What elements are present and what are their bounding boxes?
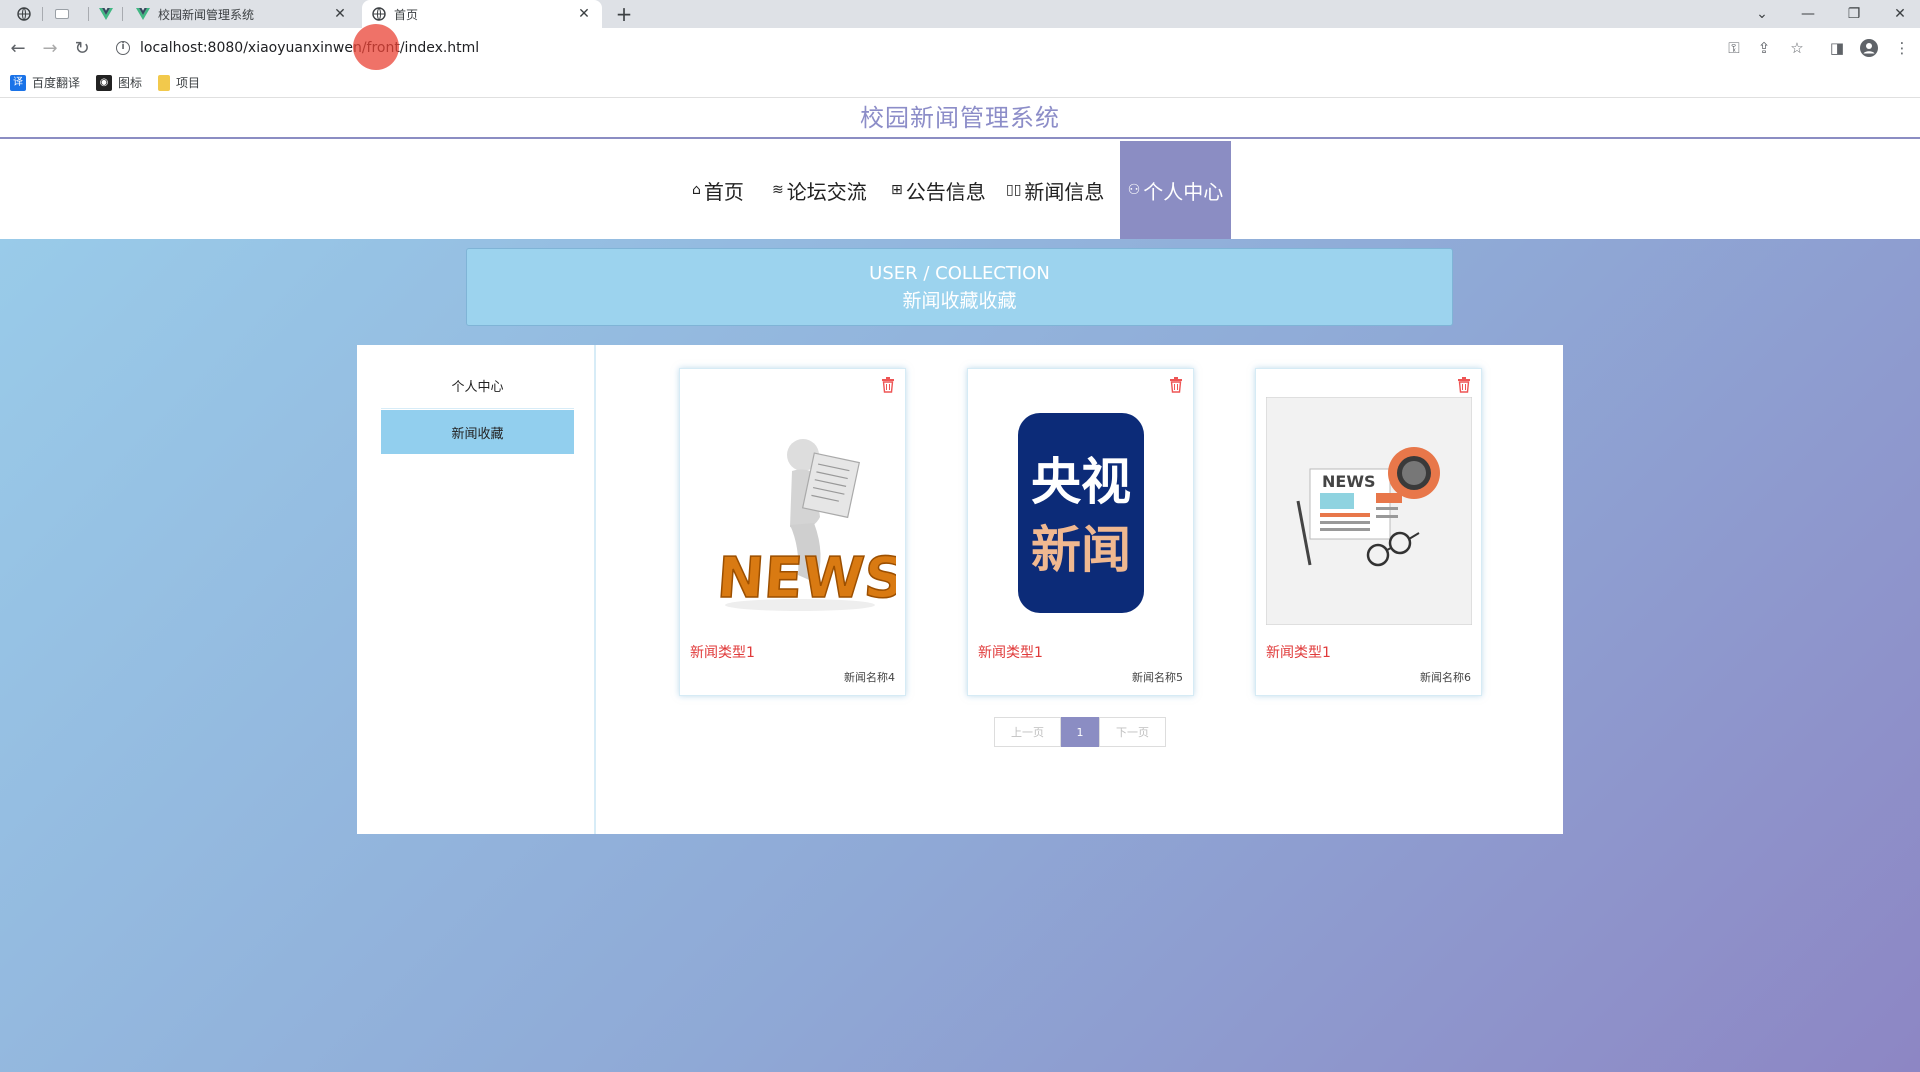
reload-icon[interactable]: ↻ [70,36,94,60]
user-icon: ⚇ [1127,182,1141,198]
globe-icon [372,7,386,21]
nav-label: 论坛交流 [786,179,867,204]
bookmark-iconfont[interactable]: ◉ 图标 [96,74,142,91]
next-page-button[interactable]: 下一页 [1099,717,1166,747]
cctv-news-logo-image: 央视 新闻 [978,397,1184,625]
sidebar-item-news-collection[interactable]: 新闻收藏 [381,410,574,454]
news-paper-illustration-image: NEWS [1266,397,1472,625]
bookmark-project-folder[interactable]: 项目 [158,74,200,91]
pinned-tab-blank[interactable] [48,0,76,28]
nav-label: 首页 [703,179,744,204]
tab-home[interactable]: 首页 ✕ [362,0,602,28]
site-title: 校园新闻管理系统 [860,104,1060,132]
vue-logo-icon [99,8,113,20]
tab-title: 校园新闻管理系统 [158,7,255,22]
bookmark-label: 百度翻译 [32,76,81,90]
avatar-icon [1860,39,1878,57]
translate-icon: 译 [10,74,26,91]
notice-icon: ⊞ [891,182,903,198]
tab-title: 首页 [394,7,419,22]
card-news-name: 新闻名称4 [844,671,895,684]
svg-text:NEWS: NEWS [1322,472,1376,491]
pinned-tab-vue[interactable] [92,0,120,28]
card-news-type: 新闻类型1 [690,645,755,661]
tab-close-icon[interactable]: ✕ [576,6,592,22]
breadcrumb-english: USER / COLLECTION [869,263,1050,284]
news-figure-image: NEWS [690,397,896,625]
news-icon: ▯▯ [1006,182,1022,198]
collection-card[interactable]: NEWS 新闻类型1 新闻名称6 [1255,368,1482,696]
tab-separator [42,7,43,21]
collection-card[interactable]: 央视 新闻 新闻类型1 新闻名称5 [967,368,1194,696]
page-number-button[interactable]: 1 [1061,717,1099,747]
mouse-click-indicator [353,24,399,70]
window-close-icon[interactable]: ✕ [1878,0,1920,28]
card-news-type: 新闻类型1 [1266,645,1331,661]
site-info-icon[interactable]: i [116,41,130,55]
bookmark-label: 项目 [176,76,201,90]
minimize-icon[interactable]: — [1786,0,1830,28]
iconfont-icon: ◉ [96,74,113,91]
collection-card[interactable]: NEWS 新闻类型1 新闻名称4 [679,368,906,696]
sidebar-divider [381,408,574,409]
sidebar-item-user-center[interactable]: 个人中心 [381,363,574,407]
tab-search-icon[interactable]: ⌄ [1740,0,1784,28]
bookmark-baidu-translate[interactable]: 译 百度翻译 [10,74,80,91]
bookmarks-bar: 译 百度翻译 ◉ 图标 项目 [0,68,1920,98]
nav-item-user-center[interactable]: ⚇ 个人中心 [1120,141,1231,239]
bookmark-star-icon[interactable]: ☆ [1785,36,1809,60]
breadcrumb-banner: USER / COLLECTION 新闻收藏收藏 [466,248,1453,326]
prev-page-button[interactable]: 上一页 [994,717,1061,747]
card-news-type: 新闻类型1 [978,645,1043,661]
browser-toolbar: ← → ↻ i localhost:8080/xiaoyuanxinwen/fr… [0,28,1920,68]
side-panel-icon[interactable]: ◨ [1825,36,1849,60]
svg-text:NEWS: NEWS [715,546,896,611]
pagination: 上一页 1 下一页 [994,717,1166,747]
nav-item-notices[interactable]: ⊞ 公告信息 [891,141,986,239]
bookmark-label: 图标 [118,76,143,90]
share-icon[interactable]: ⇪ [1752,36,1776,60]
new-tab-button[interactable]: + [610,0,638,28]
blank-page-icon [55,9,69,19]
svg-text:新闻: 新闻 [1031,521,1131,579]
card-news-name: 新闻名称6 [1420,671,1471,684]
content-panel: 个人中心 新闻收藏 NEWS 新闻类型1 新闻名称4 央视 新闻 新闻类型1 新… [357,345,1563,834]
folder-icon [158,74,171,91]
forum-icon: ≋ [772,182,784,198]
pinned-tab-globe[interactable] [10,0,38,28]
globe-icon [17,7,31,21]
main-nav: ⌂ 首页 ≋ 论坛交流 ⊞ 公告信息 ▯▯ 新闻信息 ⚇ 个人中心 [0,141,1920,239]
tab-campus-news[interactable]: 校园新闻管理系统 ✕ [126,0,358,28]
nav-item-news[interactable]: ▯▯ 新闻信息 [1006,141,1104,239]
forward-icon[interactable]: → [38,36,62,60]
browser-menu-icon[interactable]: ⋮ [1890,36,1914,60]
profile-avatar-icon[interactable] [1857,36,1881,60]
vue-logo-icon [136,8,150,20]
delete-icon[interactable] [1457,377,1471,393]
site-header: 校园新闻管理系统 [0,98,1920,139]
back-icon[interactable]: ← [6,36,30,60]
browser-tabstrip: 校园新闻管理系统 ✕ 首页 ✕ + ⌄ — ❐ ✕ [0,0,1920,28]
nav-item-home[interactable]: ⌂ 首页 [692,141,744,239]
delete-icon[interactable] [881,377,895,393]
user-sidebar: 个人中心 新闻收藏 [357,345,596,834]
password-key-icon[interactable]: ⚿ [1722,36,1746,60]
restore-icon[interactable]: ❐ [1832,0,1876,28]
nav-label: 个人中心 [1143,179,1224,204]
delete-icon[interactable] [1169,377,1183,393]
nav-label: 公告信息 [905,179,986,204]
breadcrumb-chinese: 新闻收藏收藏 [902,290,1017,312]
home-icon: ⌂ [692,182,701,198]
tab-separator [122,7,123,21]
tab-close-icon[interactable]: ✕ [332,6,348,22]
nav-item-forum[interactable]: ≋ 论坛交流 [772,141,867,239]
nav-label: 新闻信息 [1024,179,1105,204]
url-text: localhost:8080/xiaoyuanxinwen/front/inde… [140,40,480,56]
card-news-name: 新闻名称5 [1132,671,1183,684]
tab-separator [88,7,89,21]
svg-text:央视: 央视 [1031,453,1131,511]
